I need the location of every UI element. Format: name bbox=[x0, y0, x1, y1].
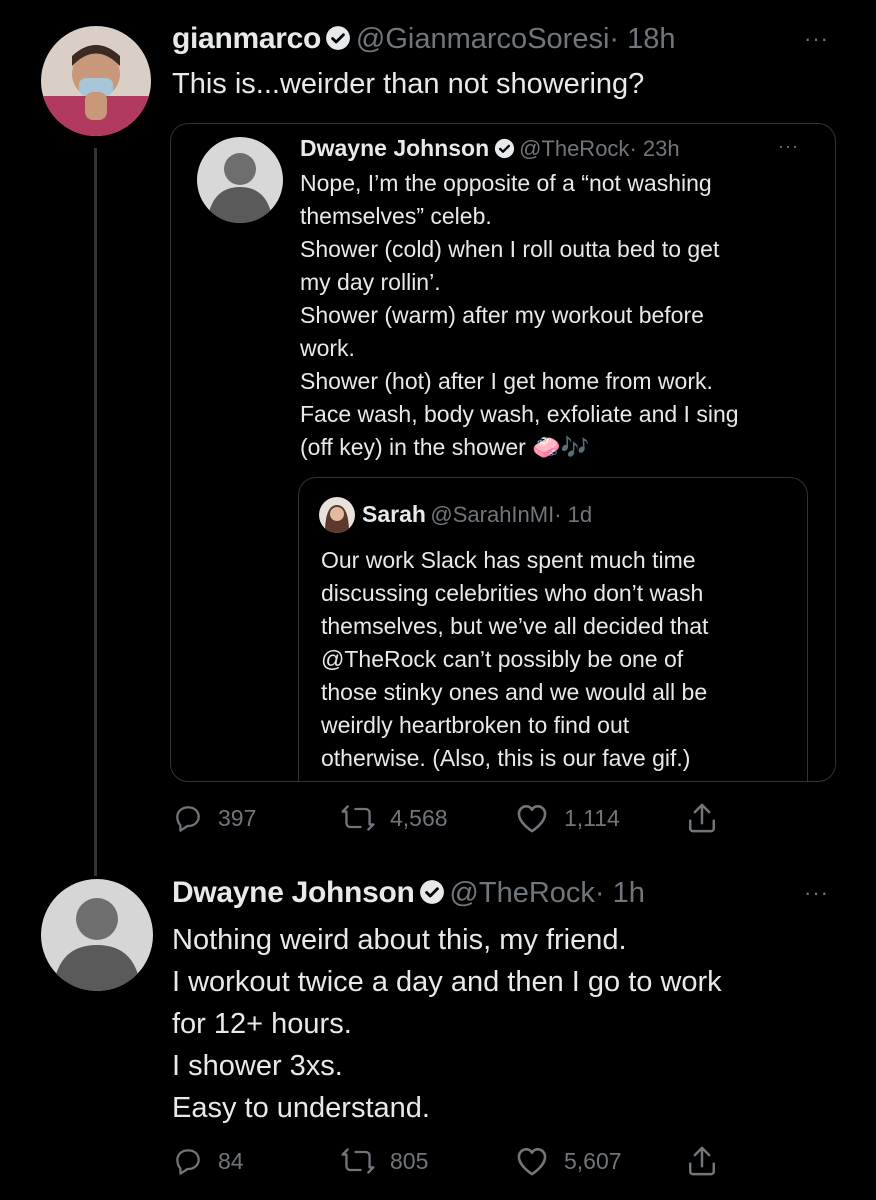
retweet-button[interactable]: 4,568 bbox=[340, 802, 448, 834]
tweet2-line: Easy to understand. bbox=[172, 1092, 430, 1124]
quote1-line: Shower (cold) when I roll outta bed to g… bbox=[300, 236, 720, 262]
quote2-line: discussing celebrities who don’t wash bbox=[321, 580, 704, 606]
verified-badge-icon bbox=[419, 879, 445, 910]
quote2-author-handle: @SarahInMI bbox=[430, 502, 555, 527]
quote1-line: themselves” celeb. bbox=[300, 203, 492, 229]
share-button[interactable] bbox=[686, 1144, 718, 1178]
avatar-therock-quoted-image bbox=[197, 137, 283, 223]
quote2-line: themselves, but we’ve all decided that bbox=[321, 613, 709, 639]
quote2-line: Our work Slack has spent much time bbox=[321, 547, 696, 573]
avatar-sarah bbox=[319, 497, 355, 533]
tweet1-header: gianmarco @GianmarcoSoresi· 18h bbox=[172, 22, 676, 56]
tweet2-text: Nothing weird about this, my friend. I w… bbox=[172, 919, 852, 1129]
quote1-line: Nope, I’m the opposite of a “not washing bbox=[300, 170, 712, 196]
soap-music-emoji-icon: 🧼🎶 bbox=[532, 434, 590, 460]
avatar-sarah-image bbox=[319, 497, 355, 533]
quote1-line: Face wash, body wash, exfoliate and I si… bbox=[300, 401, 739, 427]
like-button[interactable]: 1,114 bbox=[514, 802, 620, 834]
reply-count: 84 bbox=[218, 1147, 244, 1174]
avatar-therock-quoted bbox=[197, 137, 283, 223]
quote1-header: Dwayne Johnson @TheRock· 23h bbox=[300, 135, 680, 164]
tweet2-time[interactable]: · 1h bbox=[595, 877, 645, 909]
quote2-line: otherwise. (Also, this is our fave gif.) bbox=[321, 745, 691, 771]
avatar-gianmarco[interactable] bbox=[41, 26, 151, 136]
quote1-line: work. bbox=[300, 335, 355, 361]
quote1-line-last: (off key) in the shower 🧼🎶 bbox=[300, 431, 820, 464]
quote2-line: those stinky ones and we would all be bbox=[321, 679, 708, 705]
like-count: 1,114 bbox=[564, 804, 620, 831]
retweet-button[interactable]: 805 bbox=[340, 1145, 428, 1177]
tweet1-text: This is...weirder than not showering? bbox=[172, 68, 645, 100]
tweet2-action-bar: 84 805 5,607 bbox=[172, 1143, 732, 1179]
quote1-more-menu-icon[interactable]: ··· bbox=[778, 136, 799, 157]
reply-count: 397 bbox=[218, 804, 257, 831]
avatar-therock-image bbox=[41, 879, 153, 991]
quote2-line: @TheRock can’t possibly be one of bbox=[321, 646, 684, 672]
share-icon bbox=[688, 1146, 716, 1176]
quote1-line: Shower (warm) after my workout before bbox=[300, 302, 704, 328]
quote1-text: Nope, I’m the opposite of a “not washing… bbox=[300, 167, 820, 464]
quote2-header: Sarah @SarahInMI· 1d bbox=[362, 501, 592, 528]
quote1-line: (off key) in the shower bbox=[300, 434, 526, 460]
retweet-count: 805 bbox=[390, 1147, 429, 1174]
thread-connector-line bbox=[94, 148, 97, 876]
quote1-line: Shower (hot) after I get home from work. bbox=[300, 368, 713, 394]
avatar-therock[interactable] bbox=[41, 879, 153, 991]
retweet-count: 4,568 bbox=[390, 804, 448, 831]
share-icon bbox=[688, 803, 716, 833]
avatar-gianmarco-image bbox=[41, 26, 151, 136]
quote2-text: Our work Slack has spent much time discu… bbox=[321, 544, 791, 775]
reply-button[interactable]: 84 bbox=[172, 1145, 244, 1177]
tweet1-author-name[interactable]: gianmarco bbox=[172, 22, 321, 55]
verified-badge-icon bbox=[325, 25, 351, 56]
tweet1-action-bar: 397 4,568 1,114 bbox=[172, 800, 732, 836]
reply-icon bbox=[176, 1149, 200, 1175]
like-count: 5,607 bbox=[564, 1147, 622, 1174]
quote2-author-name: Sarah bbox=[362, 501, 426, 527]
verified-badge-icon bbox=[494, 138, 515, 164]
tweet2-line: I shower 3xs. bbox=[172, 1050, 343, 1082]
quote1-author-handle: @TheRock bbox=[519, 136, 630, 161]
like-button[interactable]: 5,607 bbox=[514, 1145, 622, 1177]
retweet-icon bbox=[341, 1148, 375, 1174]
tweet2-line: Nothing weird about this, my friend. bbox=[172, 924, 627, 956]
quote1-line: my day rollin’. bbox=[300, 269, 441, 295]
quote1-time: · 23h bbox=[629, 136, 680, 161]
tweet2-line: I workout twice a day and then I go to w… bbox=[172, 966, 722, 998]
quote2-line: weirdly heartbroken to find out bbox=[321, 712, 630, 738]
tweet2-header: Dwayne Johnson @TheRock· 1h bbox=[172, 876, 645, 910]
tweet2-author-handle[interactable]: @TheRock bbox=[449, 877, 594, 909]
reply-icon bbox=[176, 806, 200, 832]
quote2-time: · 1d bbox=[554, 502, 593, 527]
tweet2-more-menu-icon[interactable]: ··· bbox=[804, 880, 829, 906]
heart-icon bbox=[517, 1148, 547, 1176]
heart-icon bbox=[517, 805, 547, 833]
tweet2-author-name[interactable]: Dwayne Johnson bbox=[172, 876, 415, 909]
tweet2-line: for 12+ hours. bbox=[172, 1008, 352, 1040]
tweet1-more-menu-icon[interactable]: ··· bbox=[804, 26, 829, 52]
retweet-icon bbox=[341, 805, 375, 831]
tweet1-author-handle[interactable]: @GianmarcoSoresi bbox=[356, 23, 609, 55]
quote1-author-name: Dwayne Johnson bbox=[300, 135, 490, 161]
share-button[interactable] bbox=[686, 801, 718, 835]
tweet1-time[interactable]: · 18h bbox=[609, 23, 675, 55]
reply-button[interactable]: 397 bbox=[172, 802, 256, 834]
